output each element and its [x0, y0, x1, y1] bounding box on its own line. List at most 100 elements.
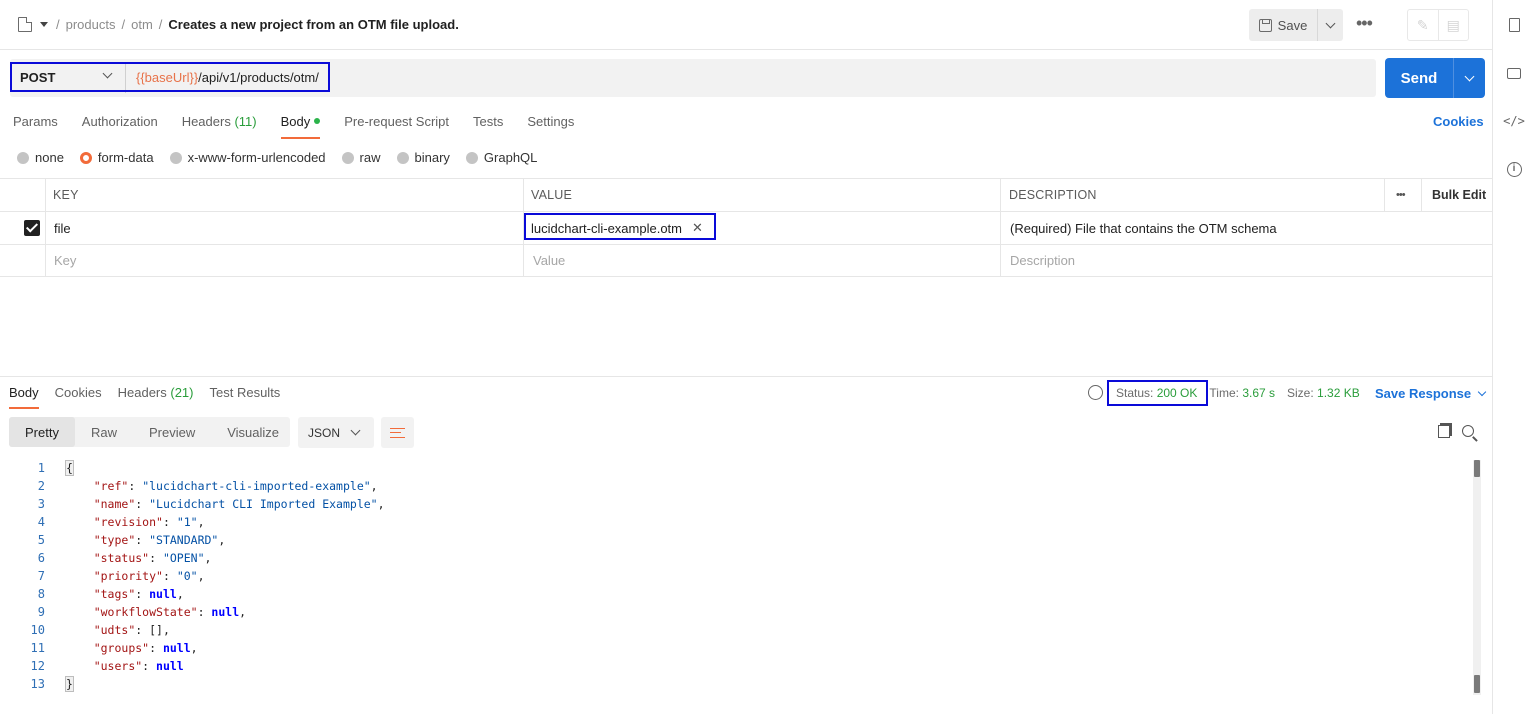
json-key: "users"	[93, 659, 143, 673]
json-value: null	[211, 605, 240, 619]
radio-raw[interactable]: raw	[341, 150, 381, 165]
info-icon[interactable]: i	[1506, 161, 1522, 177]
chevron-down-icon	[1464, 71, 1475, 81]
tab-headers[interactable]: Headers (11)	[182, 114, 257, 139]
copy-icon[interactable]	[1438, 425, 1450, 438]
table-more-button[interactable]: •••	[1396, 179, 1406, 211]
breadcrumb: / products / otm / Creates a new project…	[18, 17, 459, 32]
time-value[interactable]: 3.67 s	[1242, 386, 1275, 400]
breadcrumb-otm[interactable]: otm	[131, 17, 153, 32]
tab-pre-request-script[interactable]: Pre-request Script	[344, 114, 449, 139]
key-placeholder-input[interactable]: Key	[54, 245, 76, 276]
brace: {	[65, 460, 74, 476]
save-response-button[interactable]: Save Response	[1375, 386, 1487, 401]
save-dropdown-button[interactable]	[1317, 9, 1343, 41]
view-mode-tabs: Pretty Raw Preview Visualize	[9, 417, 290, 447]
line-number: 12	[30, 659, 45, 673]
radio-form-data[interactable]: form-data	[79, 150, 154, 165]
save-group: Save	[1249, 9, 1343, 41]
code-line: 1{	[0, 459, 1470, 477]
chevron-down-icon	[1477, 387, 1487, 396]
url-highlight	[10, 62, 330, 92]
scroll-thumb-top[interactable]	[1474, 460, 1480, 477]
radio-binary[interactable]: binary	[396, 150, 450, 165]
line-number: 1	[37, 461, 45, 475]
column-value: VALUE	[531, 188, 573, 202]
line-number: 8	[37, 587, 45, 601]
document-icon[interactable]	[18, 17, 32, 32]
row-enabled-checkbox[interactable]	[24, 212, 40, 244]
scroll-thumb-bottom[interactable]	[1474, 675, 1480, 693]
json-key: "priority"	[93, 569, 163, 583]
request-tabs: Params Authorization Headers (11) Body P…	[13, 114, 574, 139]
view-raw[interactable]: Raw	[75, 417, 133, 447]
line-number: 7	[37, 569, 45, 583]
json-value: "OPEN"	[162, 551, 205, 565]
search-icon[interactable]	[1462, 425, 1474, 437]
edit-group: ✎ ▤	[1407, 9, 1469, 41]
code-line: 6 "status": "OPEN",	[0, 549, 1470, 567]
send-group: Send	[1385, 58, 1485, 98]
response-tab-headers[interactable]: Headers (21)	[118, 385, 194, 409]
radio-urlencoded[interactable]: x-www-form-urlencoded	[169, 150, 326, 165]
view-visualize[interactable]: Visualize	[211, 417, 295, 447]
line-number: 9	[37, 605, 45, 619]
size-label: Size:	[1287, 386, 1314, 400]
code-scrollbar[interactable]	[1473, 460, 1481, 695]
view-preview[interactable]: Preview	[133, 417, 211, 447]
description-placeholder-input[interactable]: Description	[1010, 245, 1075, 276]
tab-tests[interactable]: Tests	[473, 114, 503, 139]
bulk-edit-button[interactable]: Bulk Edit	[1432, 179, 1486, 211]
table-row-empty: Key Value Description	[0, 244, 1492, 277]
more-options-button[interactable]: •••	[1356, 14, 1376, 32]
tab-authorization[interactable]: Authorization	[82, 114, 158, 139]
response-tab-test-results[interactable]: Test Results	[210, 385, 281, 409]
line-number: 5	[37, 533, 45, 547]
format-select[interactable]: JSON	[298, 417, 374, 448]
json-key: "workflowState"	[93, 605, 198, 619]
status-highlight	[1107, 380, 1208, 406]
send-button[interactable]: Send	[1385, 58, 1453, 98]
globe-icon[interactable]	[1088, 385, 1103, 400]
size-value[interactable]: 1.32 KB	[1317, 386, 1360, 400]
view-pretty[interactable]: Pretty	[9, 417, 75, 447]
radio-none[interactable]: none	[17, 150, 64, 165]
code-line: 3 "name": "Lucidchart CLI Imported Examp…	[0, 495, 1470, 513]
code-text: "groups": null,	[93, 641, 198, 655]
wrap-icon	[390, 427, 405, 438]
code-line: 4 "revision": "1",	[0, 513, 1470, 531]
response-tab-cookies[interactable]: Cookies	[55, 385, 102, 409]
code-text: "tags": null,	[93, 587, 184, 601]
code-text: "users": null	[93, 659, 184, 673]
json-key: "type"	[93, 533, 136, 547]
breadcrumb-products[interactable]: products	[66, 17, 116, 32]
save-button[interactable]: Save	[1249, 9, 1317, 41]
comment-icon[interactable]: ▤	[1439, 10, 1469, 40]
code-icon[interactable]: </>	[1503, 113, 1525, 129]
request-title[interactable]: Creates a new project from an OTM file u…	[168, 17, 458, 32]
code-text: }	[65, 675, 74, 693]
caret-down-icon[interactable]	[40, 22, 48, 27]
send-dropdown-button[interactable]	[1453, 58, 1485, 98]
wrap-lines-button[interactable]	[381, 417, 414, 448]
value-placeholder-input[interactable]: Value	[533, 245, 565, 276]
edit-icon[interactable]: ✎	[1408, 10, 1439, 40]
json-key: "ref"	[93, 479, 129, 493]
tab-body[interactable]: Body	[280, 114, 321, 139]
documentation-icon[interactable]	[1506, 17, 1522, 33]
tab-settings[interactable]: Settings	[527, 114, 574, 139]
row-key[interactable]: file	[54, 212, 71, 244]
radio-graphql[interactable]: GraphQL	[465, 150, 537, 165]
code-text: "type": "STANDARD",	[93, 533, 226, 547]
json-key: "udts"	[93, 623, 136, 637]
response-divider	[0, 376, 1492, 377]
json-value: null	[149, 587, 177, 601]
row-description[interactable]: (Required) File that contains the OTM sc…	[1010, 212, 1277, 244]
comments-icon[interactable]	[1506, 65, 1522, 81]
cookies-link[interactable]: Cookies	[1433, 114, 1484, 129]
json-value: "lucidchart-cli-imported-example"	[142, 479, 371, 493]
response-tab-body[interactable]: Body	[9, 385, 39, 409]
tab-params[interactable]: Params	[13, 114, 58, 139]
right-sidebar: </> i	[1492, 0, 1535, 714]
json-key: "revision"	[93, 515, 163, 529]
